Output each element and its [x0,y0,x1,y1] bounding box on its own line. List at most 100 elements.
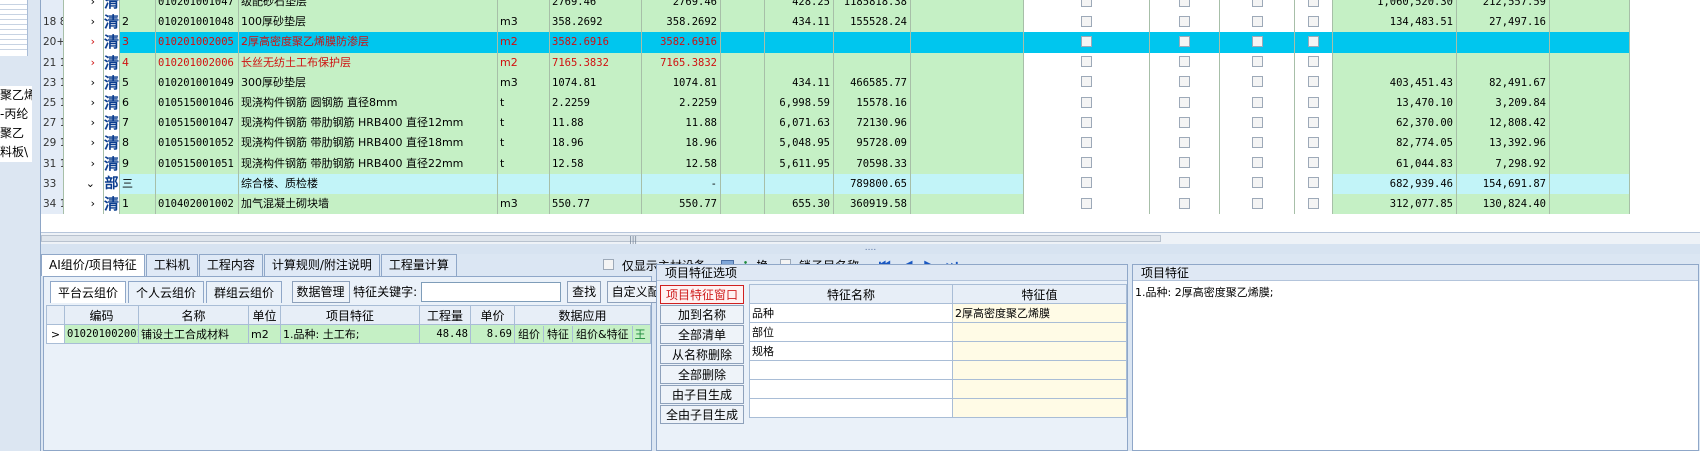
row-checkbox[interactable] [1251,177,1263,189]
row-expander[interactable]: › [64,113,104,134]
row-expander[interactable]: ⌄ [64,173,104,194]
option-row[interactable]: 部位 [749,322,1127,342]
row-name[interactable]: 现浇构件钢筋 圆钢筋 直径8mm [239,93,498,114]
row-quantity[interactable]: 11.88 [550,113,642,134]
row-name[interactable]: 100厚砂垫层 [239,12,498,33]
row-name[interactable]: 加气混凝土砌块墙 [239,194,498,215]
row-checkbox[interactable] [1251,56,1263,68]
option-row[interactable] [749,379,1127,399]
row-checkbox[interactable] [1081,15,1092,27]
tab-quantity-calc[interactable]: 工程量计算 [380,254,457,276]
row-quantity[interactable]: 2769.46 [550,0,642,13]
generate-from-sub-button[interactable]: 由子目生成 [660,385,744,404]
row-unit[interactable]: m3 [498,72,550,93]
option-row[interactable]: 规格 [749,341,1127,361]
row-quantity[interactable] [550,173,642,194]
row-checkbox[interactable] [1179,136,1190,148]
row-checkbox[interactable] [1081,0,1092,7]
row-unit[interactable] [498,0,550,13]
row-checkbox[interactable] [1308,0,1319,7]
row-quantity[interactable]: 1074.81 [550,72,642,93]
apply-feature-button[interactable]: 特征 [544,326,573,342]
row-unit[interactable]: t [498,113,550,134]
subtab-personal-cloud[interactable]: 个人云组价 [128,281,205,303]
row-unit[interactable]: m2 [498,32,550,53]
row-quantity[interactable]: 358.2692 [550,12,642,33]
row-checkbox[interactable] [1179,157,1190,169]
option-value[interactable] [952,322,1127,342]
row-checkbox[interactable] [1308,197,1319,209]
row-checkbox[interactable] [1179,76,1190,88]
left-tree-line[interactable]: 聚乙 [0,124,32,143]
panel-splitter[interactable]: .... [41,244,1700,254]
row-unit[interactable] [498,173,550,194]
option-value[interactable] [952,379,1127,399]
row-checkbox[interactable] [1308,35,1319,47]
pricing-header-apply[interactable]: 数据应用 [514,305,651,325]
row-checkbox[interactable] [1081,157,1092,169]
row-expander[interactable]: › [64,153,104,174]
row-checkbox[interactable] [1251,0,1263,7]
left-tree-line[interactable]: 料板\ [0,143,32,162]
row-checkbox[interactable] [1179,197,1190,209]
row-unit[interactable]: t [498,153,550,174]
keyword-input[interactable] [420,282,561,302]
data-management-button[interactable]: 数据管理 [291,281,350,303]
option-row[interactable]: 品种 2厚高密度聚乙烯膜 [749,303,1127,323]
row-quantity[interactable]: 2.2259 [550,93,642,114]
row-checkbox[interactable] [1179,15,1190,27]
pricing-header-feature[interactable]: 项目特征 [280,305,420,325]
row-checkbox[interactable] [1081,136,1092,148]
apply-extra[interactable]: 王 [633,326,648,342]
row-checkbox[interactable] [1308,116,1319,128]
row-checkbox[interactable] [1081,76,1092,88]
row-checkbox[interactable] [1179,177,1190,189]
row-name[interactable]: 长丝无纺土工布保护层 [239,52,498,73]
tab-labor-materials[interactable]: 工料机 [145,254,198,276]
row-checkbox[interactable] [1251,35,1263,47]
option-value[interactable] [952,398,1127,418]
row-name[interactable]: 现浇构件钢筋 带肋钢筋 HRB400 直径22mm [239,153,498,174]
option-row[interactable] [749,360,1127,380]
row-checkbox[interactable] [1308,157,1319,169]
row-expander[interactable]: > [46,324,65,344]
row-unit[interactable]: m3 [498,194,550,215]
pricing-header-code[interactable]: 编码 [64,305,139,325]
left-tree-line[interactable]: -丙纶 [0,105,32,124]
option-value[interactable] [952,360,1127,380]
feature-text[interactable]: 1.品种: 2厚高密度聚乙烯膜; [1135,284,1696,448]
row-checkbox[interactable] [1251,76,1263,88]
row-checkbox[interactable] [1081,177,1092,189]
row-name[interactable]: 2厚高密度聚乙烯膜防渗层 [239,32,498,53]
only-main-checkbox[interactable] [603,259,614,270]
row-expander[interactable]: › [64,72,104,93]
row-expander[interactable]: › [64,52,104,73]
row-checkbox[interactable] [1251,136,1263,148]
pricing-header-qty[interactable]: 工程量 [419,305,471,325]
row-checkbox[interactable] [1308,96,1319,108]
row-quantity[interactable]: 7165.3832 [550,52,642,73]
scrollbar-thumb[interactable] [41,235,1161,242]
option-value[interactable]: 2厚高密度聚乙烯膜 [952,303,1127,323]
row-expander[interactable]: › [64,32,104,53]
subtab-group-cloud[interactable]: 群组云组价 [206,281,283,303]
option-value[interactable] [952,341,1127,361]
row-checkbox[interactable] [1251,197,1263,209]
tab-calc-rules[interactable]: 计算规则/附注说明 [263,254,380,276]
row-unit[interactable]: t [498,93,550,114]
row-checkbox[interactable] [1308,177,1319,189]
row-expander[interactable]: › [64,194,104,215]
row-name[interactable]: 现浇构件钢筋 带肋钢筋 HRB400 直径18mm [239,133,498,154]
row-unit[interactable]: t [498,133,550,154]
options-header-name[interactable]: 特征名称 [749,284,953,304]
row-checkbox[interactable] [1179,0,1190,7]
row-checkbox[interactable] [1081,116,1092,128]
row-quantity[interactable]: 12.58 [550,153,642,174]
row-checkbox[interactable] [1179,56,1190,68]
add-to-name-button[interactable]: 加到名称 [660,305,744,324]
row-checkbox[interactable] [1251,15,1263,27]
pricing-header-unit[interactable]: 单位 [248,305,281,325]
row-name[interactable]: 现浇构件钢筋 带肋钢筋 HRB400 直径12mm [239,113,498,134]
row-name[interactable]: 300厚砂垫层 [239,72,498,93]
row-expander[interactable]: › [64,133,104,154]
